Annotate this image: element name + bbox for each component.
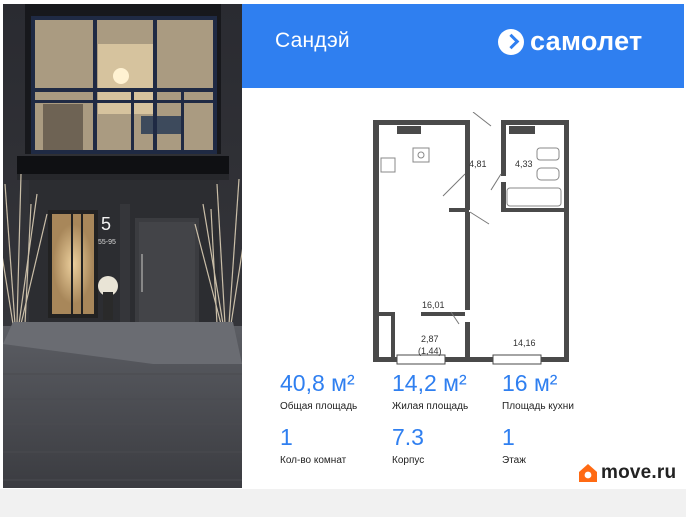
stat-label: Жилая площадь [392,401,469,412]
stat-building: 7.3 Корпус [392,424,424,466]
stat-value: 16 м² [502,370,558,396]
stat-value: 14,2 м² [392,370,467,396]
house-icon [579,464,597,482]
stat-living-area: 14,2 м² Жилая площадь [392,370,468,412]
stat-value: 7.3 [392,424,424,450]
brand-logo: самолет [498,26,643,57]
room-area-label: 2,87 [421,334,439,344]
header-banner: Сандэй самолет [242,4,684,88]
room-area-label: (1,44) [418,346,442,356]
stat-kitchen-area: 16 м² Площадь кухни [502,370,574,412]
move-ru-text: move.ru [601,462,677,483]
stat-label: Площадь кухни [502,401,574,412]
stat-floor: 1 Этаж [502,424,526,466]
entrance-number: 5 [101,214,111,234]
room-area-label: 4,81 [469,159,487,169]
move-ru-logo[interactable]: move.ru [578,462,676,484]
arrow-right-icon [498,28,524,55]
project-name: Сандэй [275,29,350,52]
listing-card: 5 55-95 Сандэй самолет 4,81 4,33 16,01 2… [3,4,684,488]
room-area-label: 4,33 [515,159,533,169]
stat-label: Общая площадь [280,401,358,412]
stat-label: Кол-во комнат [280,455,347,466]
building-entrance-photo: 5 55-95 [3,4,242,488]
stat-value: 40,8 м² [280,370,355,396]
stat-room-count: 1 Кол-во комнат [280,424,346,466]
stat-label: Корпус [392,455,425,466]
entrance-range: 55-95 [98,239,116,246]
stat-value: 1 [502,424,515,450]
floor-plan: 4,81 4,33 16,01 2,87 (1,44) 14,16 [361,111,581,377]
room-area-label: 16,01 [422,300,445,310]
brand-name: самолет [530,26,643,56]
room-area-label: 14,16 [513,338,536,348]
stat-total-area: 40,8 м² Общая площадь [280,370,357,412]
bottom-strip [0,489,686,517]
stat-value: 1 [280,424,293,450]
stat-label: Этаж [502,455,526,466]
